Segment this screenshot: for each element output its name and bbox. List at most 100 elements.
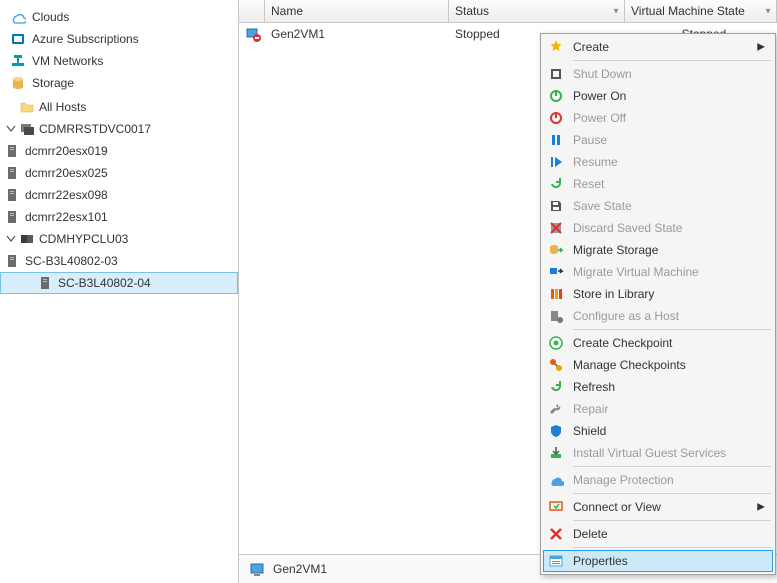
menu-item-connect-or-view[interactable]: Connect or View▶ <box>543 496 773 518</box>
nav-vmnetworks[interactable]: VM Networks <box>0 50 238 72</box>
caret-down-icon[interactable] <box>5 123 17 135</box>
nav-label: Azure Subscriptions <box>32 32 139 46</box>
discard-icon <box>547 219 565 237</box>
menu-item-save-state: Save State <box>543 195 773 217</box>
cell-status: Stopped <box>455 27 500 41</box>
cluster-icon <box>19 231 35 247</box>
menu-item-label: Refresh <box>573 380 615 394</box>
menu-item-properties[interactable]: Properties <box>543 550 773 572</box>
dropdown-icon[interactable]: ▼ <box>764 7 772 16</box>
server-group-icon <box>19 121 35 137</box>
nav-azure[interactable]: Azure Subscriptions <box>0 28 238 50</box>
menu-item-migrate-storage[interactable]: Migrate Storage <box>543 239 773 261</box>
repair-icon <box>547 400 565 418</box>
menu-item-label: Delete <box>573 527 608 541</box>
tree-host-item[interactable]: dcmrr22esx101 <box>0 206 238 228</box>
refresh-icon <box>547 378 565 396</box>
column-label: Name <box>271 4 303 18</box>
menu-item-repair: Repair <box>543 398 773 420</box>
checkpoint-icon <box>547 334 565 352</box>
menu-item-label: Power On <box>573 89 626 103</box>
nav-label: Clouds <box>32 10 69 24</box>
menu-item-label: Manage Checkpoints <box>573 358 686 372</box>
dropdown-icon[interactable]: ▼ <box>612 7 620 16</box>
server-icon <box>5 187 21 203</box>
menu-item-label: Manage Protection <box>573 473 674 487</box>
menu-item-pause: Pause <box>543 129 773 151</box>
menu-item-label: Resume <box>573 155 618 169</box>
menu-item-power-on[interactable]: Power On <box>543 85 773 107</box>
azure-icon <box>10 31 26 47</box>
menu-item-label: Shut Down <box>573 67 632 81</box>
column-vmstate[interactable]: Virtual Machine State ▼ <box>625 0 777 22</box>
menu-item-label: Configure as a Host <box>573 309 679 323</box>
menu-item-label: Repair <box>573 402 608 416</box>
pause-icon <box>547 131 565 149</box>
menu-separator <box>573 329 771 330</box>
cell-name: Gen2VM1 <box>271 27 325 41</box>
menu-item-migrate-virtual-machine: Migrate Virtual Machine <box>543 261 773 283</box>
menu-separator <box>573 60 771 61</box>
menu-item-reset: Reset <box>543 173 773 195</box>
menu-item-label: Create Checkpoint <box>573 336 672 350</box>
migrate-vm-icon <box>547 263 565 281</box>
menu-item-shield[interactable]: Shield <box>543 420 773 442</box>
menu-item-label: Shield <box>573 424 606 438</box>
tree-host-group[interactable]: CDMRRSTDVC0017 <box>0 118 238 140</box>
tree-label: All Hosts <box>39 100 86 114</box>
column-status[interactable]: Status ▼ <box>449 0 625 22</box>
footer-label: Gen2VM1 <box>273 562 327 576</box>
manage-checkpoint-icon <box>547 356 565 374</box>
sidebar: Clouds Azure Subscriptions VM Networks S… <box>0 0 239 583</box>
poweron-icon <box>547 87 565 105</box>
tree-host-item[interactable]: dcmrr20esx019 <box>0 140 238 162</box>
install-icon <box>547 444 565 462</box>
menu-item-label: Migrate Storage <box>573 243 658 257</box>
storage-icon <box>10 75 26 91</box>
nav-label: Storage <box>32 76 74 90</box>
caret-down-icon[interactable] <box>5 233 17 245</box>
connect-icon <box>547 498 565 516</box>
menu-item-install-virtual-guest-services: Install Virtual Guest Services <box>543 442 773 464</box>
migrate-storage-icon <box>547 241 565 259</box>
menu-item-store-in-library[interactable]: Store in Library <box>543 283 773 305</box>
menu-item-refresh[interactable]: Refresh <box>543 376 773 398</box>
nav-label: VM Networks <box>32 54 103 68</box>
tree-host-item[interactable]: SC-B3L40802-04 <box>0 272 238 294</box>
menu-item-label: Install Virtual Guest Services <box>573 446 726 460</box>
menu-item-label: Discard Saved State <box>573 221 682 235</box>
menu-item-create[interactable]: Create▶ <box>543 36 773 58</box>
tree-host-item[interactable]: dcmrr22esx098 <box>0 184 238 206</box>
shield-icon <box>547 422 565 440</box>
menu-item-discard-saved-state: Discard Saved State <box>543 217 773 239</box>
column-checkbox[interactable] <box>239 0 265 22</box>
delete-icon <box>547 525 565 543</box>
tree-host-group[interactable]: CDMHYPCLU03 <box>0 228 238 250</box>
column-name[interactable]: Name <box>265 0 449 22</box>
menu-separator <box>573 466 771 467</box>
menu-separator <box>573 520 771 521</box>
tree-host-item[interactable]: dcmrr20esx025 <box>0 162 238 184</box>
tree-host-item[interactable]: SC-B3L40802-03 <box>0 250 238 272</box>
nav-storage[interactable]: Storage <box>0 72 238 94</box>
menu-item-configure-as-a-host: Configure as a Host <box>543 305 773 327</box>
vm-stopped-icon <box>245 26 261 42</box>
protection-icon <box>547 471 565 489</box>
vm-icon <box>249 561 265 577</box>
tree-label: dcmrr22esx098 <box>25 188 108 202</box>
tree-label: dcmrr20esx025 <box>25 166 108 180</box>
folder-icon <box>19 99 35 115</box>
menu-item-label: Save State <box>573 199 632 213</box>
host-tree: All Hosts CDMRRSTDVC0017 dcmrr20esx019 d… <box>0 96 238 294</box>
menu-item-manage-protection: Manage Protection <box>543 469 773 491</box>
menu-item-label: Connect or View <box>573 500 661 514</box>
menu-item-label: Power Off <box>573 111 626 125</box>
menu-item-label: Pause <box>573 133 607 147</box>
nav-clouds[interactable]: Clouds <box>0 6 238 28</box>
server-icon <box>5 143 21 159</box>
menu-item-manage-checkpoints[interactable]: Manage Checkpoints <box>543 354 773 376</box>
tree-root-all-hosts[interactable]: All Hosts <box>0 96 238 118</box>
shutdown-icon <box>547 65 565 83</box>
menu-item-delete[interactable]: Delete <box>543 523 773 545</box>
menu-item-create-checkpoint[interactable]: Create Checkpoint <box>543 332 773 354</box>
